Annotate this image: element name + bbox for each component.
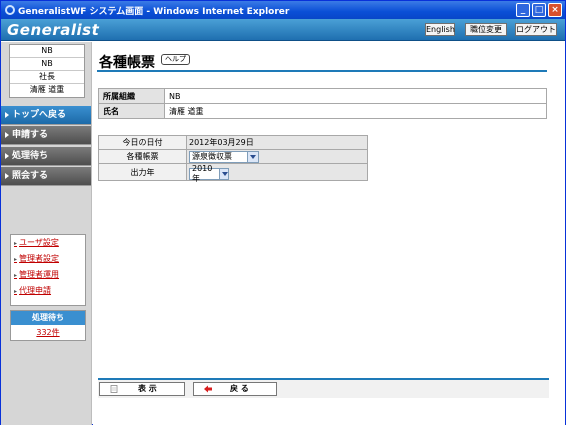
link-user-settings[interactable]: ▸ ユーザ設定 bbox=[11, 235, 85, 251]
user-line: NB bbox=[10, 45, 84, 58]
display-button[interactable]: 表 示 bbox=[99, 382, 185, 396]
name-value: 清雁 道重 bbox=[164, 103, 547, 119]
user-line: NB bbox=[10, 58, 84, 71]
bullet-icon: ▸ bbox=[14, 256, 18, 263]
table-row: 今日の日付 2012年03月29日 bbox=[98, 135, 368, 150]
app-header: Generalist English 職位変更 ログアウト bbox=[1, 19, 565, 41]
nav-item-label: 照会する bbox=[12, 171, 49, 181]
chevron-down-icon[interactable] bbox=[247, 151, 258, 162]
bullet-icon: ▸ bbox=[14, 240, 18, 247]
browser-window: GeneralistWF システム画面 - Windows Internet E… bbox=[0, 0, 566, 425]
pending-box: 処理待ち 332件 bbox=[10, 310, 86, 341]
date-label: 今日の日付 bbox=[98, 135, 187, 150]
report-label: 各種帳票 bbox=[98, 149, 187, 164]
display-button-label: 表 示 bbox=[138, 384, 157, 393]
ie-icon bbox=[5, 5, 15, 15]
link-proxy-application[interactable]: ▸ 代理申請 bbox=[11, 283, 85, 299]
nav-item-label: トップへ戻る bbox=[12, 110, 67, 120]
minimize-button[interactable]: _ bbox=[516, 3, 530, 17]
maximize-button[interactable]: □ bbox=[532, 3, 546, 17]
bullet-icon: ▸ bbox=[14, 288, 18, 295]
back-button[interactable]: 戻 る bbox=[193, 382, 277, 396]
user-info-box: NB NB 社長 清雁 道重 bbox=[9, 44, 85, 98]
year-select-value: 2010年 bbox=[192, 164, 213, 183]
name-label: 氏名 bbox=[98, 103, 165, 119]
org-value: NB bbox=[164, 88, 547, 104]
pending-header: 処理待ち bbox=[11, 311, 85, 325]
date-value: 2012年03月29日 bbox=[186, 135, 368, 150]
report-select[interactable]: 源泉徴収票 bbox=[189, 150, 259, 163]
document-icon bbox=[110, 385, 118, 393]
triangle-right-icon bbox=[5, 131, 9, 138]
chevron-down-icon[interactable] bbox=[218, 169, 228, 179]
org-label: 所属組織 bbox=[98, 88, 165, 104]
pending-count-link[interactable]: 332件 bbox=[11, 325, 85, 340]
report-select-value: 源泉徴収票 bbox=[192, 152, 232, 161]
year-label: 出力年 bbox=[98, 163, 187, 181]
nav-item-label: 申請する bbox=[12, 130, 49, 140]
year-select[interactable]: 2010年 bbox=[189, 164, 229, 183]
nav-item-apply[interactable]: 申請する bbox=[1, 126, 91, 145]
back-button-label: 戻 る bbox=[230, 384, 249, 393]
link-admin-operation[interactable]: ▸ 管理者運用 bbox=[11, 267, 85, 283]
change-position-button[interactable]: 職位変更 bbox=[465, 23, 507, 36]
user-info-table: 所属組織 NB 氏名 清雁 道重 bbox=[98, 88, 547, 119]
user-line: 清雁 道重 bbox=[29, 85, 65, 94]
page-title: 各種帳票 bbox=[99, 55, 155, 71]
nav-item-label: 処理待ち bbox=[12, 151, 49, 161]
help-button[interactable]: ヘルプ bbox=[161, 54, 190, 65]
bullet-icon: ▸ bbox=[14, 272, 18, 279]
logout-button[interactable]: ログアウト bbox=[515, 23, 557, 36]
window-title: GeneralistWF システム画面 - Windows Internet E… bbox=[18, 6, 290, 17]
table-row: 出力年 2010年 bbox=[98, 163, 368, 183]
link-label: 代理申請 bbox=[19, 286, 52, 295]
link-label: ユーザ設定 bbox=[19, 238, 59, 247]
arrow-left-icon bbox=[204, 385, 212, 393]
link-label: 管理者運用 bbox=[19, 270, 60, 279]
nav-item-top[interactable]: トップへ戻る bbox=[1, 106, 91, 125]
table-row: 氏名 清雁 道重 bbox=[98, 103, 547, 119]
table-row: 所属組織 NB bbox=[98, 88, 547, 104]
settings-links: ▸ ユーザ設定 ▸ 管理者設定 ▸ 管理者運用 ▸ 代理申請 bbox=[10, 234, 86, 306]
nav-item-inquiry[interactable]: 照会する bbox=[1, 167, 91, 186]
triangle-right-icon bbox=[5, 111, 9, 118]
app-logo: Generalist bbox=[7, 21, 100, 39]
triangle-right-icon bbox=[5, 152, 9, 159]
link-label: 管理者設定 bbox=[19, 254, 60, 263]
title-bar: GeneralistWF システム画面 - Windows Internet E… bbox=[1, 1, 565, 19]
close-button[interactable]: × bbox=[548, 3, 562, 17]
user-line: 社長 bbox=[10, 71, 84, 84]
link-admin-settings[interactable]: ▸ 管理者設定 bbox=[11, 251, 85, 267]
english-button[interactable]: English bbox=[425, 23, 455, 36]
triangle-right-icon bbox=[5, 172, 9, 179]
nav-item-pending[interactable]: 処理待ち bbox=[1, 147, 91, 166]
table-row: 各種帳票 源泉徴収票 bbox=[98, 149, 368, 164]
report-form: 今日の日付 2012年03月29日 各種帳票 源泉徴収票 出力年 2010年 bbox=[98, 135, 368, 183]
title-divider bbox=[97, 70, 547, 72]
main-content: 各種帳票 ヘルプ 所属組織 NB 氏名 清雁 道重 今日の日付 2012年03月… bbox=[93, 42, 565, 425]
